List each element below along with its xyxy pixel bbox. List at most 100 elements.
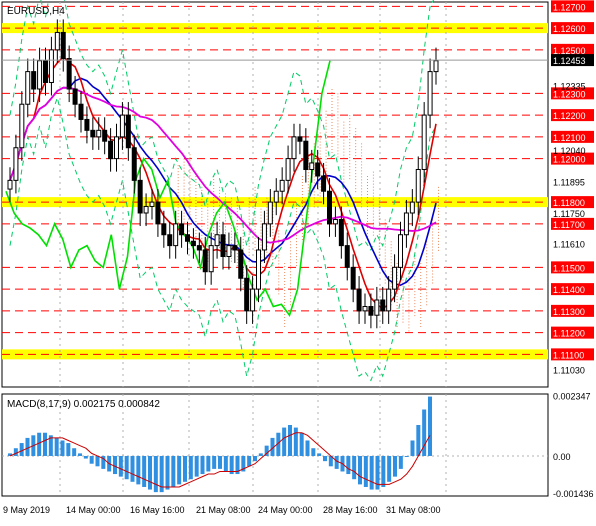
macd-histogram-bar: [363, 455, 368, 487]
candle-body: [303, 140, 309, 170]
candle-body: [137, 179, 143, 214]
candle-body: [155, 201, 161, 225]
macd-histogram-bar: [130, 455, 135, 482]
candle-body: [31, 71, 37, 90]
macd-axis-label: 0.00: [553, 452, 571, 462]
x-tick-label: 21 May 08:00: [196, 505, 251, 515]
price-axis-label: 1.11610: [553, 239, 585, 249]
candle-body: [362, 306, 368, 312]
macd-histogram-bar: [206, 455, 211, 472]
candle-body: [380, 299, 386, 312]
candle-body: [256, 249, 261, 290]
macd-histogram-bar: [78, 453, 82, 456]
macd-histogram-bar: [124, 455, 129, 480]
macd-histogram-bar: [282, 427, 287, 456]
macd-histogram-bar: [293, 427, 298, 456]
candle-body: [291, 136, 297, 160]
candle-body: [43, 60, 48, 83]
macd-histogram-bar: [177, 455, 182, 485]
candle-body: [386, 288, 392, 312]
candle-body: [102, 129, 108, 142]
candle-body: [149, 201, 155, 207]
macd-histogram-bar: [253, 455, 257, 462]
candle-body: [48, 49, 54, 83]
candle-body: [273, 190, 279, 203]
candle-body: [161, 223, 167, 236]
candle-body: [285, 158, 291, 181]
candle-body: [19, 103, 25, 149]
macd-histogram-bar: [72, 448, 77, 456]
candle-body: [208, 245, 214, 273]
candle-body: [125, 114, 131, 149]
macd-histogram-bar: [299, 432, 304, 456]
macd-histogram-bar: [66, 443, 71, 456]
x-tick-label: 31 May 08:00: [386, 505, 441, 515]
candle-body: [332, 219, 338, 225]
candle-body: [421, 114, 427, 170]
candle-body: [131, 147, 137, 181]
macd-histogram-bar: [218, 455, 222, 469]
macd-histogram-bar: [54, 437, 59, 456]
candle-body: [66, 58, 72, 90]
macd-histogram-bar: [60, 440, 65, 456]
candle-body: [427, 71, 433, 116]
price-axis-label: 1.12100: [553, 133, 586, 143]
candle-body: [167, 234, 173, 247]
candle-body: [54, 31, 60, 51]
symbol-title: EURUSD,H4: [7, 6, 65, 17]
macd-title: MACD(8,17,9) 0.002175 0.000842: [7, 399, 160, 410]
candle-body: [409, 201, 415, 214]
price-axis-label: 1.11700: [553, 220, 585, 230]
macd-histogram-bar: [369, 455, 374, 490]
price-axis-label: 1.12700: [553, 2, 586, 12]
candle-body: [238, 249, 244, 279]
macd-histogram-bar: [142, 455, 147, 487]
macd-histogram-bar: [247, 455, 252, 467]
macd-histogram-bar: [83, 455, 88, 459]
macd-histogram-bar: [95, 455, 100, 467]
x-tick-label: 16 May 16:00: [130, 505, 185, 515]
macd-histogram-bar: [410, 440, 415, 456]
candle-body: [338, 219, 344, 247]
price-axis-label: 1.11895: [553, 177, 585, 187]
candle-body: [37, 60, 43, 90]
candle-body: [13, 147, 19, 181]
price-axis-label: 1.12040: [553, 146, 586, 156]
macd-histogram-bar: [171, 455, 176, 487]
candle-body: [214, 234, 220, 247]
x-tick-label: 14 May 00:00: [66, 505, 121, 515]
candle-body: [226, 245, 232, 257]
candle-body: [279, 179, 285, 192]
macd-histogram-bar: [200, 455, 205, 475]
macd-histogram-bar: [381, 455, 386, 487]
candle-body: [90, 129, 96, 138]
candle-body: [196, 245, 202, 251]
macd-histogram-bar: [165, 455, 170, 490]
macd-histogram-bar: [89, 455, 94, 464]
price-axis-label: 1.12600: [553, 24, 586, 34]
candle-body: [356, 288, 362, 312]
candle-body: [179, 223, 185, 236]
candle-body: [202, 249, 208, 273]
macd-histogram-bar: [346, 455, 351, 475]
macd-histogram-bar: [148, 455, 152, 490]
macd-histogram-bar: [188, 455, 193, 480]
x-tick-label: 9 May 2019: [3, 505, 50, 515]
macd-histogram-bar: [398, 455, 403, 469]
price-axis-label: 1.11100: [553, 350, 584, 360]
candle-body: [368, 306, 374, 316]
macd-histogram-bar: [25, 437, 30, 456]
current-price-label: 1.12453: [553, 56, 586, 66]
macd-histogram-bar: [317, 453, 322, 456]
candle-body: [114, 136, 119, 160]
chart-canvas: 1.127001.126001.125001.123001.122001.121…: [0, 0, 596, 521]
candle-body: [72, 88, 78, 105]
candle-body: [344, 245, 350, 268]
macd-histogram-bar: [352, 455, 357, 480]
macd-histogram-bar: [288, 424, 292, 456]
price-axis-label: 1.11750: [553, 209, 585, 219]
candle-body: [327, 190, 332, 225]
macd-histogram-bar: [358, 455, 362, 485]
price-axis-label: 1.12200: [553, 111, 586, 121]
price-axis-label: 1.11030: [553, 366, 585, 376]
